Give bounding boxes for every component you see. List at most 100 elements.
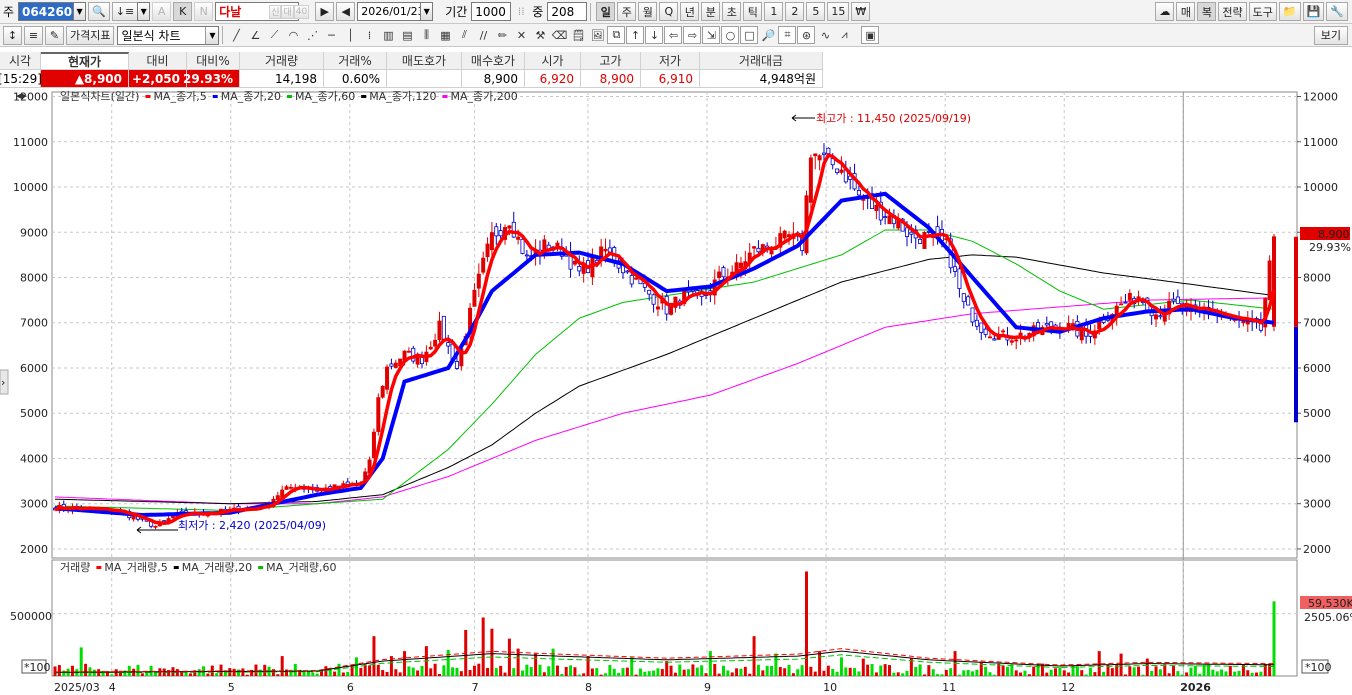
channel-tool-icon[interactable]: ⫽ xyxy=(455,26,473,44)
fullscreen-icon[interactable]: ▣ xyxy=(861,26,880,44)
arrow-right-icon[interactable]: ⇨ xyxy=(683,26,702,44)
angle-tool-icon[interactable]: ∠ xyxy=(246,26,264,44)
select-all-icon[interactable]: ⌗ xyxy=(778,26,797,44)
candle-body xyxy=(721,267,726,278)
date-input[interactable]: 2026/01/23 xyxy=(357,2,425,21)
k-button[interactable]: K xyxy=(173,2,193,21)
tools-button[interactable]: 도구 xyxy=(1248,2,1277,21)
price-chart-title: 일본식차트(일간) xyxy=(60,89,139,103)
table-tool-icon[interactable]: ▤ xyxy=(398,26,416,44)
copy-icon[interactable]: ⧉ xyxy=(607,26,626,44)
y-tick-label-right: 4000 xyxy=(1303,452,1331,465)
period-day-button[interactable]: 일 xyxy=(596,2,616,21)
grid-tool-icon[interactable]: ▥ xyxy=(379,26,397,44)
period-input[interactable]: 1000 xyxy=(471,2,512,21)
period-second-button[interactable]: 초 xyxy=(722,2,742,21)
sort-dropdown-icon[interactable]: ▼ xyxy=(137,2,151,21)
scroll-arrows-icon[interactable]: ◂▸ xyxy=(16,89,28,102)
interval-2-button[interactable]: 2 xyxy=(785,2,805,21)
target-icon[interactable]: ⊛ xyxy=(797,26,816,44)
candle-body xyxy=(909,231,914,235)
pattern-icon[interactable]: ⩘ xyxy=(835,26,853,44)
calendar-dropdown-icon[interactable]: ▼ xyxy=(420,2,434,21)
cross-tool-icon[interactable]: ✕ xyxy=(512,26,530,44)
arrow-left-icon[interactable]: ⇦ xyxy=(664,26,683,44)
a-button[interactable]: A xyxy=(152,2,172,21)
aux-btn-1[interactable]: 신 xyxy=(269,4,282,19)
wave-icon[interactable]: ∿ xyxy=(816,26,834,44)
export-icon[interactable]: ⇲ xyxy=(702,26,721,44)
quote-header-price[interactable]: 현재가 xyxy=(41,52,129,70)
period-year-button[interactable]: 년 xyxy=(680,2,700,21)
volume-bar xyxy=(1180,674,1184,676)
next-arrow-icon[interactable]: ▶ xyxy=(315,2,335,21)
n-button[interactable]: N xyxy=(194,2,214,21)
code-dropdown-icon[interactable]: ▼ xyxy=(73,2,87,21)
volume-bar xyxy=(874,672,878,676)
magic-tool-icon[interactable]: ⚒ xyxy=(531,26,549,44)
updown-icon[interactable]: ↕ xyxy=(3,25,22,45)
image-icon[interactable]: 🖼 xyxy=(588,26,606,44)
circle-icon[interactable]: ○ xyxy=(721,26,740,44)
volume-bar xyxy=(1058,667,1062,676)
strategy-button[interactable]: 전략 xyxy=(1218,2,1247,21)
square-icon[interactable]: □ xyxy=(740,26,759,44)
note-icon[interactable]: 🗒 xyxy=(569,26,587,44)
sort-icon[interactable]: ↓≡ xyxy=(111,2,139,21)
chart-area[interactable]: › 2000 2000 3000 3000 4000 4000 5000 5000 6000 60… xyxy=(0,88,1352,695)
currency-button[interactable]: ₩ xyxy=(851,2,871,21)
arc-tool-icon[interactable]: ◠ xyxy=(284,26,302,44)
period-quarter-button[interactable]: Q xyxy=(659,2,679,21)
parallel-tool-icon[interactable]: // xyxy=(474,26,492,44)
volume-bar xyxy=(608,665,612,676)
line-tool-icon[interactable]: ╱ xyxy=(227,26,245,44)
fib-tool-icon[interactable]: ⁞ xyxy=(360,26,378,44)
count-input[interactable]: 208 xyxy=(547,2,588,21)
arrow-up-icon[interactable]: ↑ xyxy=(626,26,645,44)
cycle-tool-icon[interactable]: ⫼ xyxy=(417,26,435,44)
list-icon[interactable]: ≡ xyxy=(24,25,43,45)
interval-1-button[interactable]: 1 xyxy=(764,2,784,21)
interval-15-button[interactable]: 15 xyxy=(827,2,850,21)
bar-tool-icon[interactable]: ▦ xyxy=(436,26,454,44)
arrow-down-icon[interactable]: ↓ xyxy=(645,26,664,44)
period-week-button[interactable]: 주 xyxy=(617,2,637,21)
pencil-icon[interactable]: ✏ xyxy=(493,26,511,44)
indicator-button[interactable]: 가격지표 xyxy=(66,25,115,45)
settings-icon[interactable]: 🔧 xyxy=(1326,2,1348,21)
zoom-icon[interactable]: 🔎 xyxy=(759,26,777,44)
period-tick-button[interactable]: 틱 xyxy=(743,2,763,21)
search-icon[interactable]: 🔍 xyxy=(88,2,110,21)
interval-5-button[interactable]: 5 xyxy=(806,2,826,21)
vline-tool-icon[interactable]: │ xyxy=(341,26,359,44)
multi-button[interactable]: 복 xyxy=(1197,2,1217,21)
expand-icon[interactable]: ⁞⁞ xyxy=(512,3,530,21)
volume-bar xyxy=(761,670,765,676)
cloud-icon[interactable]: ☁ xyxy=(1155,2,1175,21)
view-button[interactable]: 보기 xyxy=(1313,25,1348,45)
volume-bar xyxy=(901,673,905,676)
eraser-icon[interactable]: ⌫ xyxy=(550,26,568,44)
prev-arrow-icon[interactable]: ◀ xyxy=(336,2,356,21)
volume-bar xyxy=(429,668,433,676)
edit-icon[interactable]: ✎ xyxy=(45,25,64,45)
hline-tool-icon[interactable]: ─ xyxy=(322,26,340,44)
chart-type-dropdown-icon[interactable]: ▼ xyxy=(205,26,219,44)
period-minute-button[interactable]: 분 xyxy=(701,2,721,21)
fan-tool-icon[interactable]: ⋰ xyxy=(303,26,321,44)
buy-button[interactable]: 매 xyxy=(1176,2,1196,21)
chart-type-select[interactable]: 일본식 차트 ▼ xyxy=(117,25,220,45)
volume-bar xyxy=(1067,672,1071,676)
trend-tool-icon[interactable]: ⟋ xyxy=(265,26,283,44)
y-tick-label-left: 10000 xyxy=(13,181,48,194)
aux-btn-3[interactable]: 40 xyxy=(293,4,310,19)
folder-icon[interactable]: 📁 xyxy=(1278,2,1301,21)
save-icon[interactable]: 💾 xyxy=(1302,2,1325,21)
period-month-button[interactable]: 월 xyxy=(638,2,658,21)
aux-btn-2[interactable]: 대 xyxy=(281,4,294,19)
stock-code-input[interactable]: 064260 xyxy=(18,2,75,21)
candle-body xyxy=(1272,236,1277,327)
volume-bar xyxy=(280,656,284,676)
candle-body xyxy=(1001,330,1006,333)
volume-bar xyxy=(687,669,691,676)
